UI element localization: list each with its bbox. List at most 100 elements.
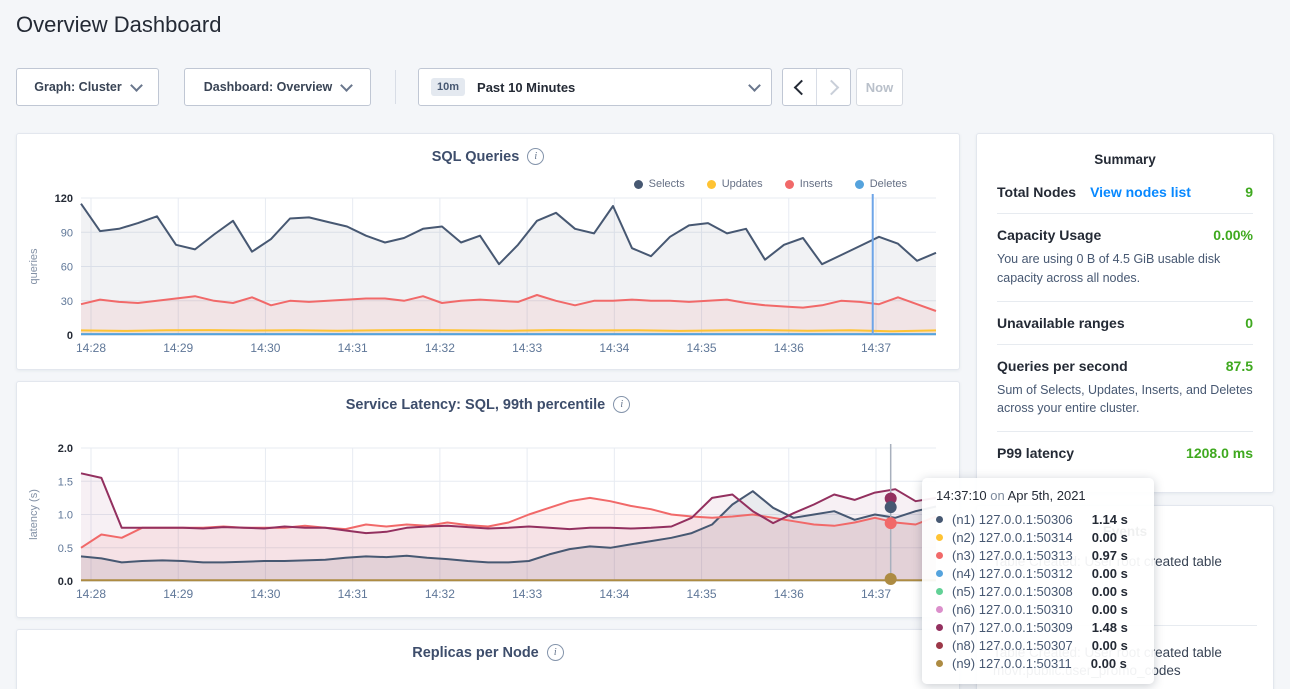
tooltip-date: Apr 5th, 2021 — [1008, 488, 1086, 503]
summary-title: Summary — [977, 134, 1273, 171]
time-nav-group — [782, 68, 851, 106]
node-address: (n6) 127.0.0.1:50310 — [952, 602, 1073, 617]
chart-title: Replicas per Node — [412, 645, 539, 661]
svg-text:14:36: 14:36 — [774, 587, 804, 601]
chart-title: SQL Queries — [432, 149, 520, 165]
legend-dot — [785, 180, 794, 189]
node-color-dot — [936, 552, 943, 559]
chart-hover-tooltip: 14:37:10 on Apr 5th, 2021 (n1) 127.0.0.1… — [922, 478, 1154, 684]
svg-text:30: 30 — [61, 296, 73, 308]
summary-value: 0.00% — [1213, 227, 1253, 243]
summary-label: P99 latency — [997, 445, 1074, 461]
legend-dot — [634, 180, 643, 189]
svg-text:14:29: 14:29 — [163, 341, 193, 355]
overview-dashboard-page: Overview Dashboard Graph: Cluster Dashbo… — [0, 0, 1290, 689]
page-title: Overview Dashboard — [16, 12, 221, 38]
svg-text:14:37: 14:37 — [861, 341, 891, 355]
time-range-selector[interactable]: 10m Past 10 Minutes — [418, 68, 772, 106]
legend-dot — [707, 180, 716, 189]
summary-row-capacity: Capacity Usage 0.00% You are using 0 B o… — [977, 214, 1273, 301]
svg-text:latency (s): latency (s) — [28, 489, 40, 540]
node-latency: 0.00 s — [1092, 566, 1128, 581]
svg-text:1.0: 1.0 — [58, 510, 73, 522]
summary-label: Capacity Usage — [997, 227, 1101, 243]
node-latency: 0.00 s — [1092, 602, 1128, 617]
svg-text:queries: queries — [28, 248, 40, 285]
svg-text:14:31: 14:31 — [338, 587, 368, 601]
svg-text:14:32: 14:32 — [425, 587, 455, 601]
summary-label: Queries per second — [997, 358, 1128, 374]
node-address: (n9) 127.0.0.1:50311 — [952, 656, 1072, 671]
tooltip-row: (n4) 127.0.0.1:50312 0.00 s — [936, 564, 1140, 582]
replicas-title-row: Replicas per Node i — [17, 644, 959, 661]
info-icon[interactable]: i — [547, 644, 564, 661]
sql-queries-legend: Selects Updates Inserts Deletes — [634, 178, 907, 190]
svg-text:14:28: 14:28 — [76, 341, 106, 355]
tooltip-row: (n3) 127.0.0.1:503130.97 s — [936, 546, 1140, 564]
summary-label: Total Nodes — [997, 184, 1076, 200]
legend-label: Deletes — [870, 178, 907, 190]
service-latency-chart[interactable]: 14:2814:2914:3014:3114:3214:3314:3414:35… — [17, 440, 961, 608]
node-address: (n5) 127.0.0.1:50308 — [952, 584, 1073, 599]
summary-value: 0 — [1245, 315, 1253, 331]
graph-dropdown[interactable]: Graph: Cluster — [16, 68, 159, 106]
controls-divider — [395, 70, 396, 104]
summary-row-p99: P99 latency 1208.0 ms — [977, 432, 1273, 474]
node-color-dot — [936, 660, 943, 667]
time-next-button[interactable] — [816, 69, 850, 105]
chevron-down-icon — [130, 79, 143, 92]
sql-queries-panel: SQL Queries i Selects Updates Inserts De… — [16, 133, 960, 370]
svg-text:14:30: 14:30 — [250, 341, 280, 355]
time-prev-button[interactable] — [783, 69, 816, 105]
service-latency-title-row: Service Latency: SQL, 99th percentile i — [17, 396, 959, 413]
svg-text:14:34: 14:34 — [599, 587, 629, 601]
tooltip-on: on — [990, 488, 1004, 503]
dashboard-dropdown[interactable]: Dashboard: Overview — [184, 68, 371, 106]
chevron-right-icon — [824, 79, 840, 95]
svg-text:2.0: 2.0 — [58, 443, 73, 455]
node-color-dot — [936, 534, 943, 541]
chevron-down-icon — [340, 79, 353, 92]
legend-item-updates[interactable]: Updates — [707, 178, 763, 190]
legend-label: Inserts — [800, 178, 833, 190]
svg-text:14:35: 14:35 — [687, 341, 717, 355]
summary-description: Sum of Selects, Updates, Inserts, and De… — [997, 381, 1253, 419]
svg-text:0: 0 — [67, 330, 73, 342]
tooltip-time: 14:37:10 — [936, 488, 987, 503]
node-address: (n4) 127.0.0.1:50312 — [952, 566, 1073, 581]
node-color-dot — [936, 588, 943, 595]
node-latency: 0.00 s — [1091, 656, 1127, 671]
svg-text:1.5: 1.5 — [58, 476, 73, 488]
node-color-dot — [936, 624, 943, 631]
summary-description: You are using 0 B of 4.5 GiB usable disk… — [997, 250, 1253, 288]
sql-queries-chart[interactable]: 14:2814:2914:3014:3114:3214:3314:3414:35… — [17, 190, 961, 362]
legend-label: Updates — [722, 178, 763, 190]
node-latency: 0.00 s — [1092, 638, 1128, 653]
replicas-per-node-panel: Replicas per Node i — [16, 629, 960, 689]
node-address: (n2) 127.0.0.1:50314 — [952, 530, 1073, 545]
svg-text:14:37: 14:37 — [861, 587, 891, 601]
chart-title: Service Latency: SQL, 99th percentile — [346, 397, 606, 413]
chevron-left-icon — [794, 79, 810, 95]
summary-value: 87.5 — [1226, 358, 1253, 374]
now-button[interactable]: Now — [856, 68, 903, 106]
info-icon[interactable]: i — [527, 148, 544, 165]
node-latency: 0.97 s — [1092, 548, 1128, 563]
node-color-dot — [936, 606, 943, 613]
summary-panel: Summary Total Nodes View nodes list 9 Ca… — [976, 133, 1274, 493]
node-color-dot — [936, 516, 943, 523]
legend-item-deletes[interactable]: Deletes — [855, 178, 907, 190]
node-color-dot — [936, 642, 943, 649]
service-latency-panel: Service Latency: SQL, 99th percentile i … — [16, 381, 960, 618]
svg-text:14:29: 14:29 — [163, 587, 193, 601]
view-nodes-list-link[interactable]: View nodes list — [1090, 184, 1191, 200]
legend-item-selects[interactable]: Selects — [634, 178, 685, 190]
chevron-down-icon — [748, 79, 761, 92]
sql-queries-title-row: SQL Queries i — [17, 148, 959, 165]
node-latency: 0.00 s — [1092, 584, 1128, 599]
svg-text:14:31: 14:31 — [338, 341, 368, 355]
legend-item-inserts[interactable]: Inserts — [785, 178, 833, 190]
info-icon[interactable]: i — [613, 396, 630, 413]
svg-text:120: 120 — [55, 193, 73, 205]
node-latency: 1.48 s — [1092, 620, 1128, 635]
